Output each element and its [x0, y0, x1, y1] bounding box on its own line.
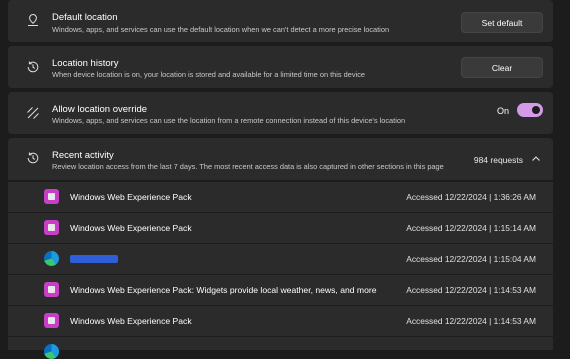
- activity-timestamp: Accessed 12/22/2024 | 1:15:14 AM: [406, 223, 536, 233]
- location-override-card: Allow location override Windows, apps, a…: [8, 92, 553, 134]
- set-default-button[interactable]: Set default: [461, 12, 543, 33]
- chevron-up-icon[interactable]: [531, 154, 541, 164]
- history-icon: [27, 152, 39, 164]
- package-icon: [44, 220, 59, 235]
- request-count: 984 requests: [473, 155, 523, 165]
- history-icon: [27, 61, 39, 73]
- package-icon: [44, 282, 59, 297]
- recent-activity-title: Recent activity: [52, 150, 114, 161]
- toggle-state-label: On: [496, 106, 509, 116]
- activity-row: Windows Web Experience Pack: Widgets pro…: [8, 275, 553, 305]
- location-override-toggle[interactable]: [517, 103, 543, 117]
- location-override-title: Allow location override: [52, 104, 148, 115]
- package-icon: [44, 313, 59, 328]
- recent-activity-description: Review location access from the last 7 d…: [52, 162, 444, 171]
- edge-icon: [44, 344, 59, 359]
- edge-icon: [44, 251, 59, 266]
- location-override-description: Windows, apps, and services can use the …: [52, 116, 406, 125]
- location-history-description: When device location is on, your locatio…: [52, 70, 366, 79]
- default-location-description: Windows, apps, and services can use the …: [52, 25, 390, 34]
- activity-row: Accessed 12/22/2024 | 1:15:04 AM: [8, 244, 553, 274]
- activity-row-partial: [8, 337, 553, 359]
- default-location-title: Default location: [52, 12, 118, 23]
- package-icon: [44, 189, 59, 204]
- activity-row: Windows Web Experience Pack Accessed 12/…: [8, 306, 553, 336]
- recent-activity-header[interactable]: Recent activity Review location access f…: [8, 138, 553, 180]
- activity-row: Windows Web Experience Pack Accessed 12/…: [8, 182, 553, 212]
- activity-app-name: Windows Web Experience Pack: [70, 316, 192, 326]
- activity-app-name: Windows Web Experience Pack: Widgets pro…: [70, 285, 377, 295]
- override-arrows-icon: [27, 107, 39, 119]
- activity-timestamp: Accessed 12/22/2024 | 1:14:53 AM: [406, 285, 536, 295]
- activity-app-name: Windows Web Experience Pack: [70, 223, 192, 233]
- activity-timestamp: Accessed 12/22/2024 | 1:14:53 AM: [406, 316, 536, 326]
- activity-app-name: Windows Web Experience Pack: [70, 192, 192, 202]
- redacted-app-name: [70, 255, 118, 263]
- default-location-card: Default location Windows, apps, and serv…: [8, 0, 553, 42]
- location-pin-icon: [28, 13, 38, 26]
- toggle-knob: [532, 106, 540, 114]
- clear-history-button[interactable]: Clear: [461, 57, 543, 78]
- location-history-title: Location history: [52, 58, 119, 69]
- location-history-card: Location history When device location is…: [8, 46, 553, 88]
- activity-timestamp: Accessed 12/22/2024 | 1:36:26 AM: [406, 192, 536, 202]
- activity-row: Windows Web Experience Pack Accessed 12/…: [8, 213, 553, 243]
- activity-timestamp: Accessed 12/22/2024 | 1:15:04 AM: [406, 254, 536, 264]
